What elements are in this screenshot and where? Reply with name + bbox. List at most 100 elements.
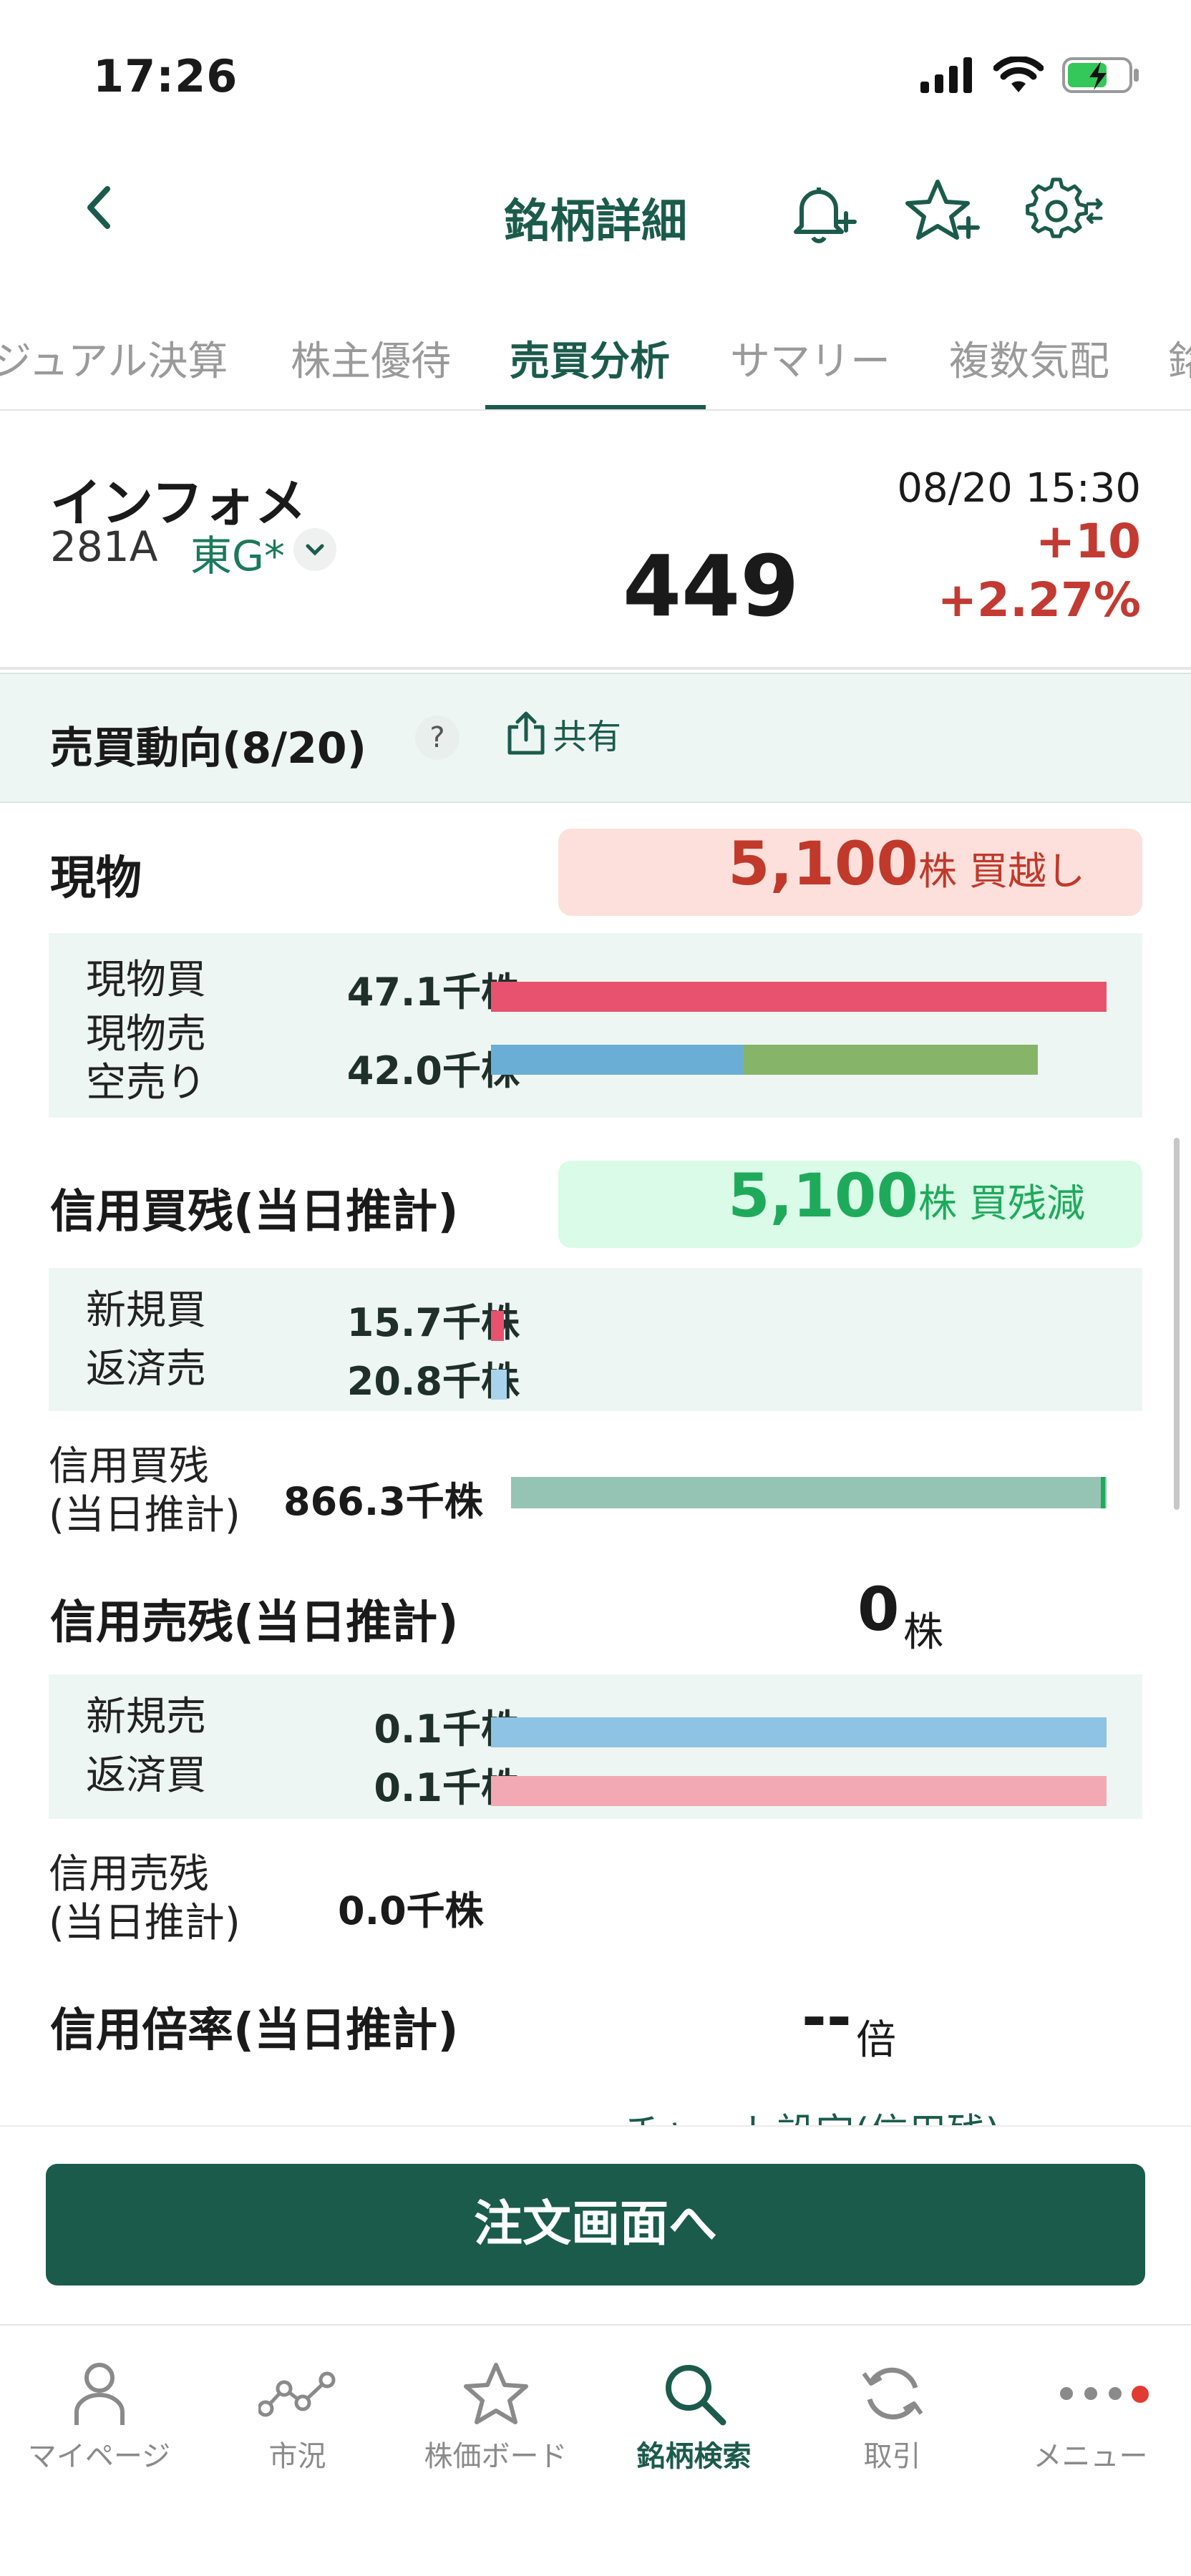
new-buy-label: 新規買 <box>86 1287 206 1334</box>
cash-buy-label: 現物買 <box>86 957 206 1003</box>
nav-header: 銘柄詳細 <box>0 157 1191 265</box>
price-datetime: 08/20 15:30 <box>897 465 1141 512</box>
margin-buy-balance-bar <box>511 1477 1107 1508</box>
margin-buy-balance-label: 信用買残 (当日推計) <box>49 1443 240 1539</box>
chevron-down-icon <box>306 544 324 556</box>
current-price: 449 <box>623 537 799 635</box>
active-tab-indicator <box>485 405 706 409</box>
margin-ratio-unit: 倍 <box>856 2017 896 2064</box>
battery-charging-icon <box>1062 57 1139 93</box>
person-icon <box>74 2363 125 2425</box>
repay-sell-label: 返済売 <box>86 1346 206 1392</box>
margin-buy-balance-row: 信用買残 (当日推計) 866.3千株 <box>49 1443 1142 1550</box>
status-icons <box>920 56 1141 94</box>
search-icon <box>665 2365 726 2426</box>
margin-sell-title: 信用売残(当日推計) <box>50 1596 459 1649</box>
margin-ratio-value: -- <box>802 1982 852 2052</box>
price-change: +10 <box>1035 514 1141 569</box>
more-icon <box>1059 2387 1122 2400</box>
share-button[interactable]: 共有 <box>505 708 621 758</box>
page-title: 銘柄詳細 <box>504 195 687 248</box>
margin-buy-breakdown: 新規買 15.7千株 返済売 20.8千株 <box>49 1268 1142 1411</box>
star-plus-icon[interactable] <box>903 172 982 250</box>
nav-stock-search[interactable]: 銘柄検索 <box>595 2354 793 2474</box>
nav-market-label: 市況 <box>268 2440 326 2473</box>
notification-badge <box>1132 2386 1149 2403</box>
order-footer: 注文画面へ <box>0 2125 1191 2324</box>
new-buy-bar <box>491 1311 504 1341</box>
cash-sell-row: 現物売 空売り 42.0千株 <box>49 1009 1142 1116</box>
new-sell-label: 新規売 <box>86 1694 206 1740</box>
margin-buy-net-badge: 5,100株 買残減 <box>558 1161 1142 1248</box>
cash-sell-label: 現物売 空売り <box>86 1011 206 1107</box>
repay-sell-row: 返済売 20.8千株 <box>49 1341 1142 1404</box>
repay-buy-bar <box>491 1776 1107 1806</box>
new-buy-row: 新規買 15.7千株 <box>49 1282 1142 1345</box>
price-change-percent: +2.27% <box>937 572 1141 628</box>
nav-trade-label: 取引 <box>863 2440 921 2473</box>
nav-stock-board-label: 株価ボード <box>424 2440 568 2473</box>
stock-header: インフォメ 281A 東G* 449 08/20 15:30 +10 +2.27… <box>0 429 1191 670</box>
tab-trade-analysis[interactable]: 売買分析 <box>510 329 670 387</box>
margin-ratio-title: 信用倍率(当日推計) <box>50 2004 459 2057</box>
tab-visual-results[interactable]: ジュアル決算 <box>0 329 228 387</box>
star-icon <box>463 2363 528 2424</box>
cash-buy-row: 現物買 47.1千株 <box>49 952 1142 1015</box>
bell-plus-icon[interactable] <box>780 172 859 250</box>
wifi-icon <box>993 57 1044 92</box>
trade-trend-header: 売買動向(8/20) ? 共有 <box>0 673 1191 803</box>
margin-sell-balance-value: 0.0千株 <box>338 1888 484 1933</box>
margin-sell-net-unit: 株 <box>903 1609 943 1656</box>
tab-multi-quotes[interactable]: 複数気配 <box>949 329 1109 387</box>
tab-summary[interactable]: サマリー <box>730 329 890 387</box>
margin-buy-net-unit: 株 買残減 <box>918 1181 1085 1226</box>
margin-buy-balance-value: 866.3千株 <box>283 1479 483 1524</box>
nav-mypage[interactable]: マイページ <box>0 2354 198 2474</box>
status-time: 17:26 <box>93 50 238 102</box>
bottom-navigation: マイページ 市況 株価ボード 銘柄検索 取引 メニュー <box>0 2324 1191 2576</box>
margin-sell-balance-row: 信用売残 (当日推計) 0.0千株 <box>49 1850 1142 1958</box>
new-sell-bar <box>491 1717 1107 1747</box>
signal-icon <box>920 57 972 93</box>
status-bar: 17:26 <box>0 0 1191 143</box>
scrollbar[interactable] <box>1174 1138 1180 1510</box>
nav-trade[interactable]: 取引 <box>793 2354 991 2474</box>
refresh-icon <box>862 2367 923 2420</box>
cash-net-badge: 5,100株 買越し <box>558 829 1142 916</box>
new-sell-row: 新規売 0.1千株 <box>49 1689 1142 1752</box>
settings-gear-icon[interactable] <box>1025 172 1104 250</box>
cash-net-unit: 株 買越し <box>918 849 1085 894</box>
repay-buy-label: 返済買 <box>86 1752 206 1799</box>
market-dropdown-button[interactable] <box>293 528 336 571</box>
nav-stock-board[interactable]: 株価ボード <box>397 2354 595 2474</box>
nav-mypage-label: マイページ <box>27 2440 171 2473</box>
order-button[interactable]: 注文画面へ <box>46 2164 1145 2285</box>
margin-sell-balance-label: 信用売残 (当日推計) <box>49 1851 240 1947</box>
short-sell-bar <box>743 1045 1038 1075</box>
tab-next[interactable]: 銘 <box>1168 329 1191 387</box>
share-icon <box>507 711 545 755</box>
margin-sell-net-value: 0 <box>857 1574 900 1644</box>
nav-stock-search-label: 銘柄検索 <box>636 2440 752 2473</box>
nav-market[interactable]: 市況 <box>198 2354 397 2474</box>
cash-net-value: 5,100 <box>728 829 918 899</box>
share-label: 共有 <box>553 717 622 757</box>
margin-buy-title: 信用買残(当日推計) <box>50 1186 459 1239</box>
repay-sell-bar <box>491 1370 507 1400</box>
tab-shareholder-benefits[interactable]: 株主優待 <box>291 329 451 387</box>
cash-title: 現物 <box>50 852 142 905</box>
stock-code: 281A <box>50 522 158 571</box>
margin-buy-balance-change-mark <box>1101 1477 1105 1508</box>
nav-menu[interactable]: メニュー <box>991 2354 1190 2474</box>
tab-bar: ジュアル決算 株主優待 売買分析 サマリー 複数気配 銘 <box>0 315 1191 411</box>
trade-trend-title: 売買動向(8/20) <box>50 723 367 774</box>
cash-sell-bar <box>491 1045 743 1075</box>
help-button[interactable]: ? <box>415 716 460 760</box>
market-icon <box>258 2371 335 2417</box>
margin-buy-net-value: 5,100 <box>728 1161 918 1231</box>
repay-buy-row: 返済買 0.1千株 <box>49 1747 1142 1810</box>
cash-buy-bar <box>491 982 1107 1012</box>
cash-breakdown: 現物買 47.1千株 現物売 空売り 42.0千株 <box>49 933 1142 1118</box>
market-selector[interactable]: 東G* <box>190 522 285 582</box>
margin-sell-breakdown: 新規売 0.1千株 返済買 0.1千株 <box>49 1674 1142 1819</box>
